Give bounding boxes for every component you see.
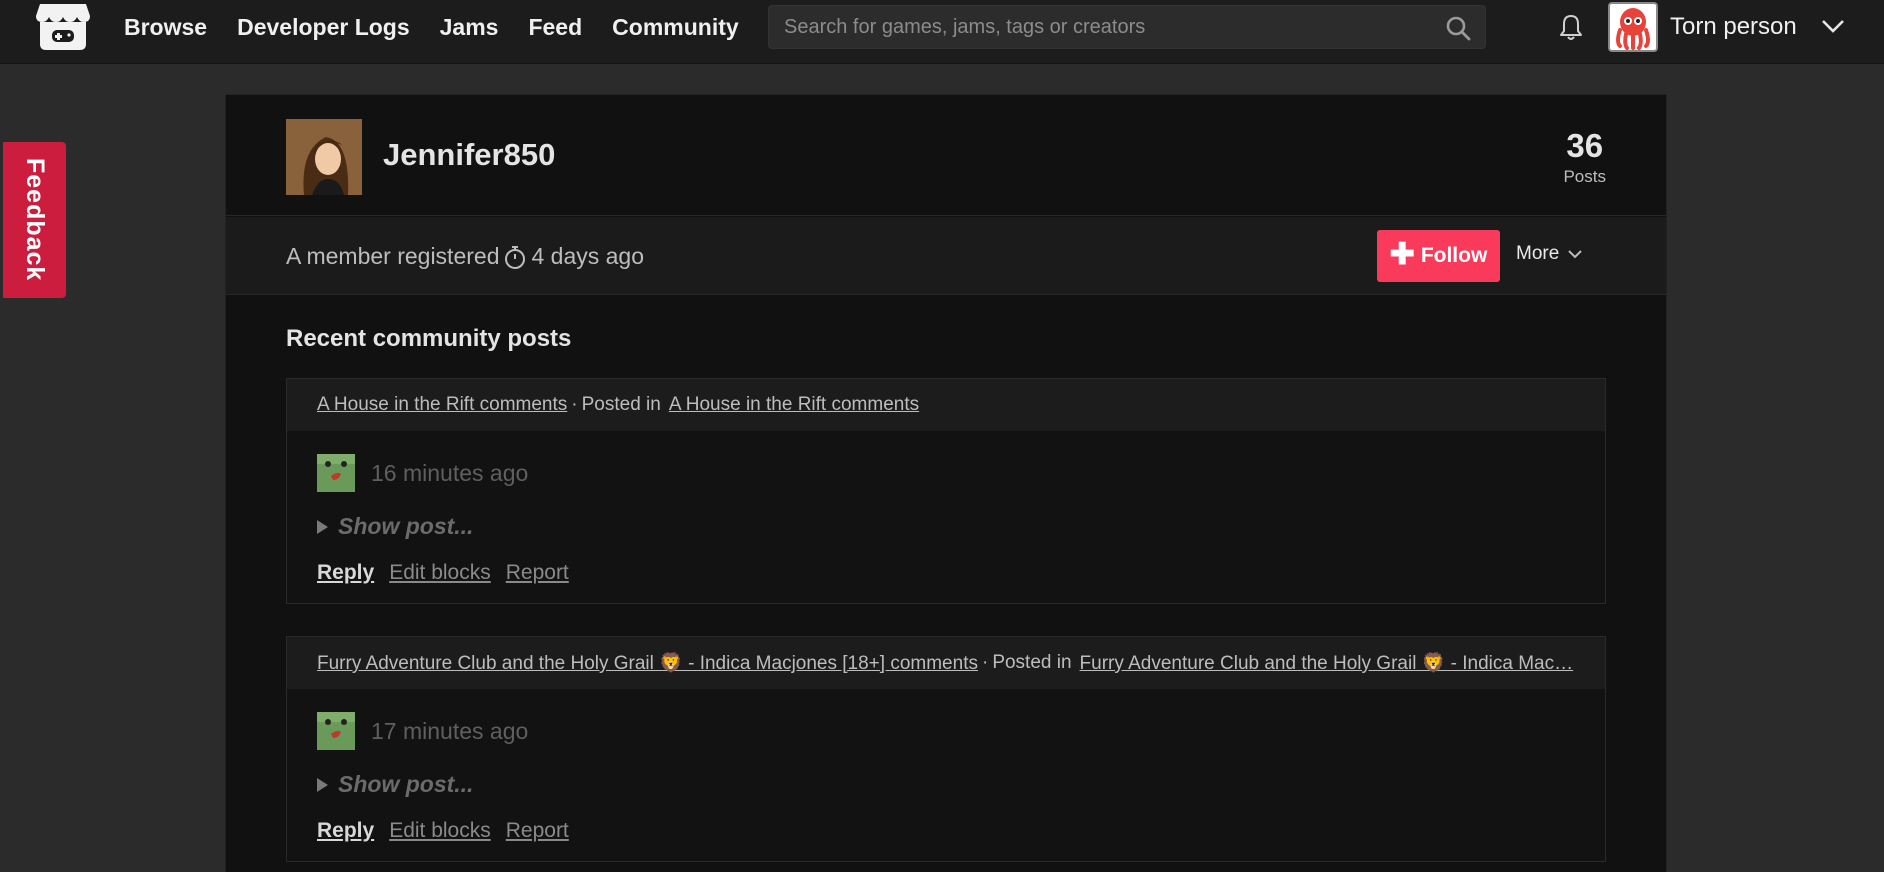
post-actions: Reply Edit blocks Report bbox=[317, 561, 569, 585]
octopus-avatar-icon bbox=[1616, 8, 1650, 50]
main-nav: Browse Developer Logs Jams Feed Communit… bbox=[124, 0, 739, 54]
nav-jams[interactable]: Jams bbox=[440, 14, 499, 41]
member-prefix: A member registered bbox=[286, 243, 500, 269]
search-icon[interactable] bbox=[1445, 15, 1471, 41]
plus-icon: ✚ bbox=[1389, 237, 1415, 271]
member-info-row: A member registered 4 days ago ✚ Follow … bbox=[226, 217, 1666, 295]
feedback-label: Feedback bbox=[21, 158, 49, 282]
reply-link[interactable]: Reply bbox=[317, 561, 374, 585]
show-post-label: Show post... bbox=[338, 771, 474, 797]
notification-bell-icon[interactable] bbox=[1556, 12, 1586, 42]
feedback-tab[interactable]: Feedback bbox=[3, 142, 66, 298]
post-board-link[interactable]: Furry Adventure Club and the Holy Grail … bbox=[1080, 651, 1574, 675]
post-board-link[interactable]: A House in the Rift comments bbox=[669, 394, 919, 416]
chevron-down-icon[interactable] bbox=[1820, 16, 1846, 36]
follow-button[interactable]: ✚ Follow bbox=[1377, 230, 1500, 282]
show-post-toggle[interactable]: Show post... bbox=[317, 771, 473, 798]
community-post: Furry Adventure Club and the Holy Grail … bbox=[286, 636, 1606, 862]
person-photo-icon bbox=[286, 119, 362, 195]
more-label: More bbox=[1516, 243, 1560, 264]
search-input[interactable] bbox=[769, 6, 1485, 48]
user-avatar[interactable] bbox=[1608, 2, 1658, 52]
expand-triangle-icon bbox=[317, 519, 328, 534]
chevron-down-icon bbox=[1568, 250, 1583, 259]
post-header: A House in the Rift comments · Posted in… bbox=[287, 379, 1605, 431]
community-post: A House in the Rift comments · Posted in… bbox=[286, 378, 1606, 604]
frog-avatar-icon[interactable] bbox=[317, 712, 355, 750]
nav-browse[interactable]: Browse bbox=[124, 14, 207, 41]
report-link[interactable]: Report bbox=[506, 561, 569, 585]
stopwatch-icon bbox=[505, 245, 526, 269]
user-name[interactable]: Torn person bbox=[1670, 13, 1797, 41]
show-post-toggle[interactable]: Show post... bbox=[317, 513, 473, 540]
search-box bbox=[768, 5, 1486, 49]
post-header: Furry Adventure Club and the Holy Grail … bbox=[287, 637, 1605, 689]
member-since: A member registered 4 days ago bbox=[286, 243, 644, 270]
posted-in-label: Posted in bbox=[581, 394, 661, 415]
post-timestamp: 16 minutes ago bbox=[371, 459, 529, 486]
section-title: Recent community posts bbox=[286, 325, 572, 352]
posts-label: Posts bbox=[1563, 167, 1606, 186]
posts-stat[interactable]: 36 Posts bbox=[1563, 127, 1606, 187]
separator: · bbox=[981, 652, 989, 673]
edit-blocks-link[interactable]: Edit blocks bbox=[389, 561, 491, 585]
more-button[interactable]: More bbox=[1516, 243, 1583, 265]
profile-header: Jennifer850 36 Posts bbox=[226, 95, 1666, 216]
expand-triangle-icon bbox=[317, 777, 328, 792]
post-timestamp: 17 minutes ago bbox=[371, 717, 529, 744]
nav-developer-logs[interactable]: Developer Logs bbox=[237, 14, 410, 41]
reply-link[interactable]: Reply bbox=[317, 819, 374, 843]
posts-count: 36 bbox=[1566, 127, 1604, 164]
post-topic-link[interactable]: Furry Adventure Club and the Holy Grail … bbox=[317, 651, 978, 675]
report-link[interactable]: Report bbox=[506, 819, 569, 843]
post-meta: 17 minutes ago bbox=[317, 712, 528, 750]
separator: · bbox=[571, 394, 578, 415]
profile-panel: Jennifer850 36 Posts A member registered… bbox=[225, 94, 1667, 872]
nav-community[interactable]: Community bbox=[612, 14, 739, 41]
show-post-label: Show post... bbox=[338, 513, 474, 539]
post-actions: Reply Edit blocks Report bbox=[317, 819, 569, 843]
post-meta: 16 minutes ago bbox=[317, 454, 528, 492]
member-age: 4 days ago bbox=[531, 243, 645, 269]
profile-avatar[interactable] bbox=[286, 119, 362, 195]
nav-feed[interactable]: Feed bbox=[528, 14, 582, 41]
itchio-logo-icon[interactable] bbox=[34, 0, 92, 54]
posted-in-label: Posted in bbox=[992, 652, 1072, 673]
follow-label: Follow bbox=[1420, 244, 1488, 267]
post-topic-link[interactable]: A House in the Rift comments bbox=[317, 394, 567, 416]
profile-username: Jennifer850 bbox=[383, 137, 556, 172]
frog-avatar-icon[interactable] bbox=[317, 454, 355, 492]
top-navigation-bar: Browse Developer Logs Jams Feed Communit… bbox=[0, 0, 1884, 64]
edit-blocks-link[interactable]: Edit blocks bbox=[389, 819, 491, 843]
